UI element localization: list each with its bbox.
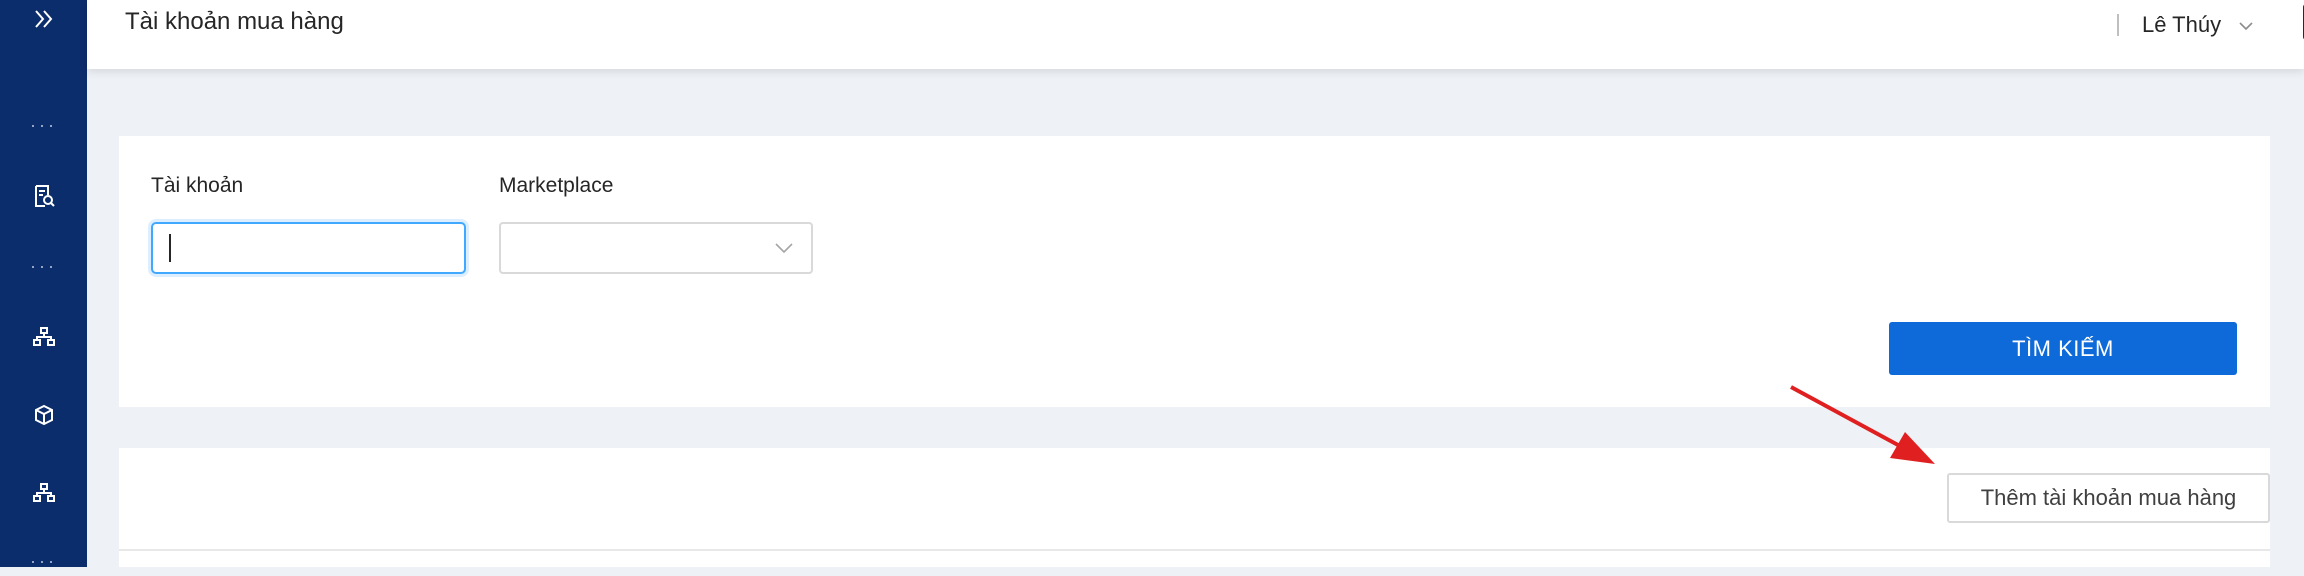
expand-sidebar-button[interactable] [0,4,87,34]
page-title: Tài khoản mua hàng [125,8,344,35]
org-chart-icon [32,483,55,503]
sidebar-item-products[interactable] [0,400,87,430]
search-panel: Tài khoản Marketplace TÌM KIẾM [119,136,2270,407]
marketplace-label: Marketplace [499,174,614,197]
sidebar-item-structure[interactable] [0,478,87,508]
user-name[interactable]: Lê Thúy [2142,12,2221,38]
chevron-down-icon[interactable] [2239,18,2253,36]
org-chart-icon [32,327,55,347]
account-input[interactable] [151,222,466,274]
sidebar-item-organization[interactable] [0,322,87,352]
more-dots-icon: ··· [30,256,57,276]
table-divider [119,549,2270,551]
sidebar-more-3[interactable]: ··· [0,546,87,576]
marketplace-select[interactable] [499,222,813,274]
top-header: Tài khoản mua hàng Lê Thúy [87,0,2304,69]
add-purchase-account-button[interactable]: Thêm tài khoản mua hàng [1947,473,2270,523]
header-divider [2117,14,2119,36]
sidebar: ··· ··· ··· [0,0,87,570]
sidebar-more-2[interactable]: ··· [0,251,87,281]
document-search-icon [33,184,55,208]
annotation-arrow-icon [1790,385,1935,464]
sidebar-more-1[interactable]: ··· [0,110,87,140]
list-panel: Thêm tài khoản mua hàng [119,448,2270,567]
search-button[interactable]: TÌM KIẾM [1889,322,2237,375]
chevron-down-icon [775,241,793,259]
chevrons-right-icon [33,8,55,30]
sidebar-item-orders[interactable] [0,181,87,211]
more-dots-icon: ··· [30,551,57,571]
more-dots-icon: ··· [30,115,57,135]
text-caret [169,234,171,262]
cube-icon [33,404,55,426]
account-label: Tài khoản [151,174,244,197]
